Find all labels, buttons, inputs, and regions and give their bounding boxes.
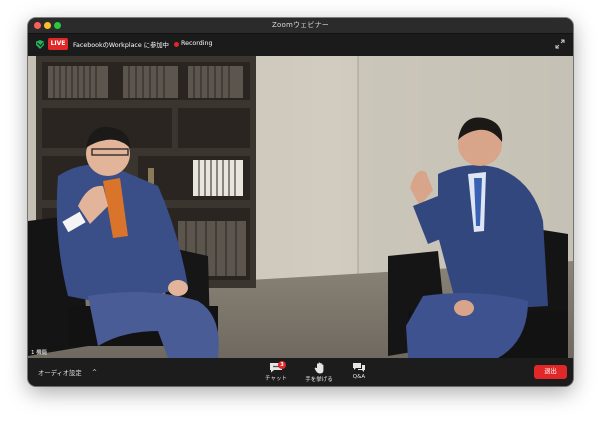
audio-settings-button[interactable]: オーディオ設定 [38,368,82,377]
title-bar: Zoomウェビナー [28,18,573,34]
qa-icon [353,363,365,372]
recording-dot-icon [174,42,179,47]
facebook-workplace-status: FacebookのWorkplace に参加中 [73,42,169,49]
security-shield-icon[interactable] [36,40,44,49]
chat-button[interactable]: 3 チャット [258,361,294,384]
chat-unread-badge: 3 [278,361,286,369]
raise-hand-icon [314,362,323,374]
video-feed: 1 機能 [28,56,573,358]
raise-hand-button[interactable]: 手を挙げる [301,362,337,384]
audio-options-caret[interactable]: ^ [92,369,97,376]
raise-hand-label: 手を挙げる [305,377,333,383]
qa-label: Q&A [352,374,366,380]
meeting-controls-bar: オーディオ設定 ^ 3 チャット 手を挙げる Q&A 退出 [28,358,573,386]
window-title: Zoomウェビナー [272,21,329,29]
zoom-webinar-window: Zoomウェビナー LIVE FacebookのWorkplace に参加中 R… [28,18,573,386]
qa-button[interactable]: Q&A [341,362,377,384]
video-scene [28,56,573,358]
recording-status: Recording [181,40,213,47]
leave-button[interactable]: 退出 [534,365,567,379]
fullscreen-icon[interactable] [555,39,565,49]
chat-label: チャット [265,376,287,382]
participant-count: 1 機能 [31,350,48,356]
meeting-top-bar: LIVE FacebookのWorkplace に参加中 Recording [28,34,573,56]
live-badge[interactable]: LIVE [48,38,68,50]
